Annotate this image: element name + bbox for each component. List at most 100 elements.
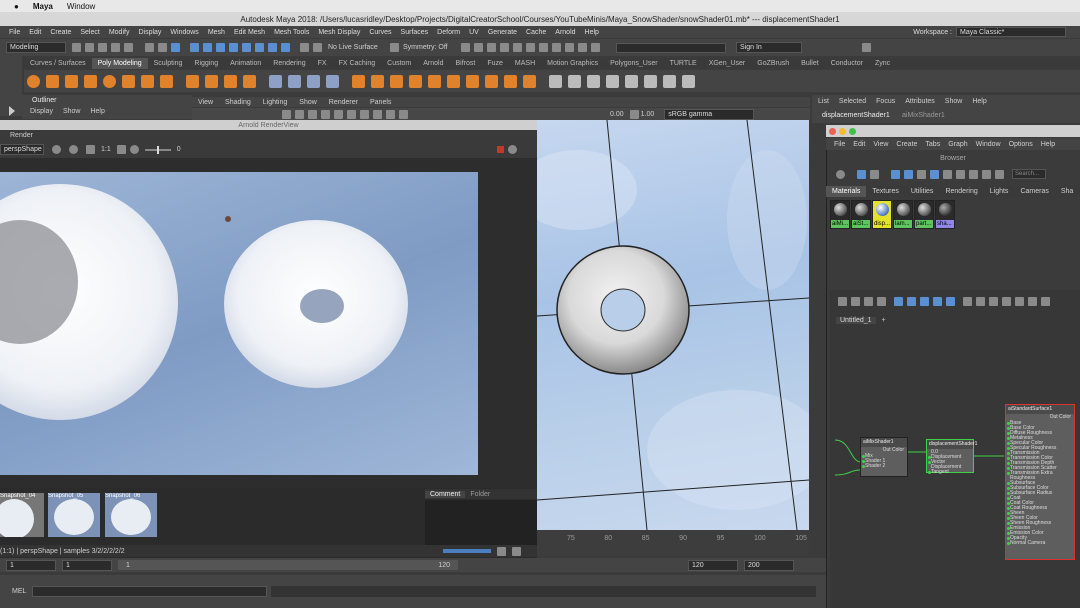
material-swatch[interactable]: sha... (935, 199, 955, 229)
full-mode-icon[interactable] (989, 296, 998, 306)
node-attr[interactable]: Shader 2 (861, 464, 907, 469)
live-surface-label[interactable]: No Live Surface (328, 44, 388, 51)
add-tab-button[interactable]: + (882, 317, 886, 324)
start-frame-field[interactable]: 1 (6, 559, 56, 571)
sort-type-icon[interactable] (904, 169, 913, 179)
reduce-icon[interactable] (326, 74, 339, 88)
viewport-menu-view[interactable]: View (198, 99, 213, 106)
snap-grid-icon[interactable] (190, 43, 199, 52)
node-attr[interactable]: Tangent (927, 470, 973, 475)
merge-icon[interactable] (447, 74, 460, 88)
folder-tab[interactable]: Folder (465, 491, 495, 498)
material-swatch[interactable]: aiSt... (851, 199, 871, 229)
tab-rendering[interactable]: Rendering (939, 186, 983, 197)
symmetry-label[interactable]: Symmetry: Off (403, 44, 459, 51)
menu-create[interactable]: Create (50, 29, 71, 36)
sign-in-button[interactable]: Sign In (736, 42, 802, 53)
material-swatch[interactable]: part... (914, 199, 934, 229)
shelf-tab[interactable]: XGen_User (703, 58, 752, 69)
material-swatch-selected[interactable]: disp... (872, 199, 892, 229)
minimize-window-icon[interactable] (839, 127, 846, 135)
exposure-value[interactable]: 0 (177, 146, 181, 153)
zoom-window-icon[interactable] (849, 127, 856, 135)
poly-plane-icon[interactable] (122, 74, 135, 88)
menu-edit[interactable]: Edit (29, 29, 41, 36)
snapshot-thumb[interactable]: Snapshot_06 (105, 493, 157, 537)
shelf-tab[interactable]: Polygons_User (604, 58, 663, 69)
window-menu[interactable]: Window (67, 2, 95, 11)
connected-mode-icon[interactable] (976, 296, 985, 306)
poly-disc-icon[interactable] (141, 74, 154, 88)
zoom-ratio[interactable]: 1:1 (101, 146, 111, 153)
renderview-icon[interactable] (526, 43, 535, 52)
tab-shading-groups[interactable]: Sha (1055, 186, 1079, 197)
shelf-tab[interactable]: GoZBrush (751, 58, 795, 69)
camera-dropdown[interactable]: perspShape (0, 144, 44, 155)
custom-mode-icon[interactable] (1002, 296, 1011, 306)
snap-curve-icon[interactable] (203, 43, 212, 52)
quick-search-input[interactable] (616, 42, 726, 53)
hs-menu-tabs[interactable]: Tabs (925, 141, 940, 148)
ae-menu-attributes[interactable]: Attributes (905, 98, 935, 105)
menu-mesh[interactable]: Mesh (208, 29, 225, 36)
shelf-tab[interactable]: Arnold (417, 58, 449, 69)
tab-materials[interactable]: Materials (826, 186, 867, 197)
edge-loop-icon[interactable] (568, 74, 581, 88)
render-image[interactable] (0, 172, 478, 475)
viewport-menu-renderer[interactable]: Renderer (329, 99, 358, 106)
wireframe-icon[interactable] (308, 109, 317, 119)
shelf-tab[interactable]: Animation (224, 58, 267, 69)
menu-select[interactable]: Select (80, 29, 99, 36)
refresh-icon[interactable] (956, 169, 965, 179)
playback-end-field[interactable]: 120 (688, 559, 738, 571)
select-object-icon[interactable] (158, 43, 167, 52)
sweep-mesh-icon[interactable] (205, 74, 218, 88)
snap-view-icon[interactable] (229, 43, 238, 52)
viewport-menu-show[interactable]: Show (299, 99, 317, 106)
target-weld-icon[interactable] (485, 74, 498, 88)
snap-point-icon[interactable] (216, 43, 225, 52)
exposure-value[interactable]: 0.00 (610, 111, 624, 118)
shelf-tab[interactable]: Curves / Surfaces (24, 58, 92, 69)
add-selected-icon[interactable] (894, 296, 903, 306)
shelf-tab[interactable]: Sculpting (148, 58, 189, 69)
relax-icon[interactable] (682, 74, 695, 88)
circularize-icon[interactable] (523, 74, 536, 88)
arnold-start-icon[interactable] (565, 43, 574, 52)
simple-mode-icon[interactable] (963, 296, 972, 306)
menu-file[interactable]: File (9, 29, 20, 36)
fill-hole-icon[interactable] (409, 74, 422, 88)
new-scene-icon[interactable] (72, 43, 81, 52)
snapshot-thumb[interactable]: Snapshot_05 (48, 493, 100, 537)
smooth-icon[interactable] (307, 74, 320, 88)
menu-arnold[interactable]: Arnold (555, 29, 575, 36)
symmetry-icon[interactable] (390, 43, 399, 52)
toggle-panel-icon[interactable] (862, 43, 871, 52)
tab-utilities[interactable]: Utilities (905, 186, 940, 197)
filter-icon[interactable] (969, 169, 978, 179)
poly-torus-icon[interactable] (103, 74, 116, 88)
comment-area[interactable] (425, 500, 537, 545)
crop-icon[interactable] (86, 145, 95, 154)
node-aistandardsurface[interactable]: aiStandardSurface1 Out Color Base Base C… (1005, 404, 1075, 560)
snap-edge-icon[interactable] (268, 43, 277, 52)
viewport-menu-panels[interactable]: Panels (370, 99, 391, 106)
shelf-tab[interactable]: MASH (509, 58, 541, 69)
bevel-icon[interactable] (352, 74, 365, 88)
shelf-tab[interactable]: Motion Graphics (541, 58, 604, 69)
hs-menu-window[interactable]: Window (976, 141, 1001, 148)
snap-surface-icon[interactable] (242, 43, 251, 52)
material-swatch[interactable]: lam... (893, 199, 913, 229)
ae-menu-list[interactable]: List (818, 98, 829, 105)
search-icon[interactable] (1015, 296, 1024, 306)
extrude-icon[interactable] (390, 74, 403, 88)
poly-cylinder-icon[interactable] (65, 74, 78, 88)
camera-icon[interactable] (282, 109, 291, 119)
gamma-value[interactable]: 1.00 (641, 111, 655, 118)
platonic-icon[interactable] (160, 74, 173, 88)
tab-cameras[interactable]: Cameras (1014, 186, 1054, 197)
arnold-pause-icon[interactable] (578, 43, 587, 52)
playback-start-field[interactable]: 1 (62, 559, 112, 571)
graph-io-icon[interactable] (851, 296, 860, 306)
quad-draw-icon[interactable] (625, 74, 638, 88)
